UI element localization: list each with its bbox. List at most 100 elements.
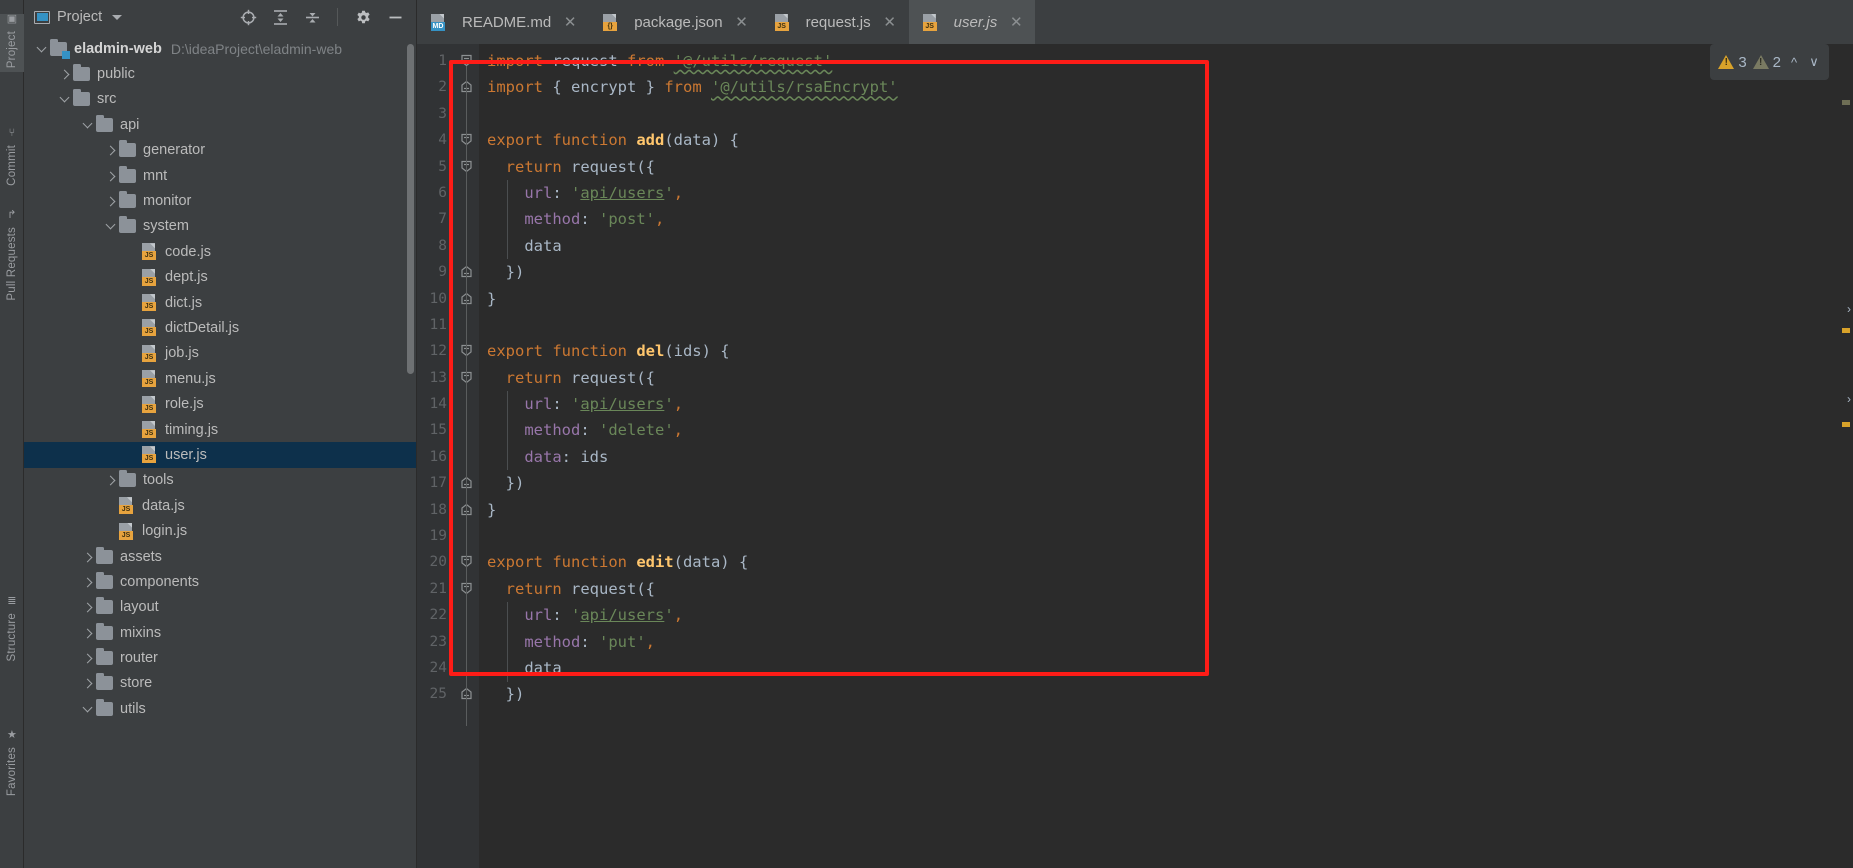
select-opened-file-icon[interactable]	[239, 8, 257, 26]
project-view-selector[interactable]: Project	[34, 9, 123, 25]
marker-next-icon[interactable]: ›	[1847, 302, 1851, 316]
editor-tab-README.md[interactable]: MD README.md ✕	[417, 0, 589, 44]
error-stripe-marker[interactable]	[1842, 328, 1850, 333]
editor-body[interactable]: 1 2 3 4 5 6 7 8 9 10 11 12 13 14 15 16 17 18 19 20 21 22 23 24 2…	[417, 44, 1853, 868]
tree-file-code.js[interactable]: JS code.js	[24, 239, 416, 264]
close-icon[interactable]: ✕	[563, 13, 577, 31]
tree-file-dept.js[interactable]: JS dept.js	[24, 265, 416, 290]
chevron-down-icon[interactable]	[80, 701, 96, 717]
error-stripe-marker[interactable]	[1842, 100, 1850, 105]
editor-tab-request.js[interactable]: JS request.js ✕	[761, 0, 909, 44]
stripe-button-structure[interactable]: Structure ≣	[0, 596, 24, 665]
tree-file-dictDetail.js[interactable]: JS dictDetail.js	[24, 315, 416, 340]
stripe-button-commit[interactable]: Commit ⑂	[0, 128, 24, 190]
code-line-11[interactable]	[479, 312, 1853, 338]
tree-file-menu.js[interactable]: JS menu.js	[24, 366, 416, 391]
chevron-right-icon[interactable]	[103, 472, 119, 488]
chevron-right-icon[interactable]	[57, 66, 73, 82]
tree-folder-mnt[interactable]: mnt	[24, 163, 416, 188]
code-line-10[interactable]: }	[479, 286, 1853, 312]
tree-folder-system[interactable]: system	[24, 214, 416, 239]
code-line-6[interactable]: url: 'api/users',	[479, 180, 1853, 206]
tree-file-login.js[interactable]: JS login.js	[24, 518, 416, 543]
code-line-7[interactable]: method: 'post',	[479, 206, 1853, 232]
tree-folder-eladmin-web[interactable]: eladmin-web D:\ideaProject\eladmin-web	[24, 36, 416, 61]
code-line-22[interactable]: url: 'api/users',	[479, 602, 1853, 628]
code-line-24[interactable]: data	[479, 655, 1853, 681]
tree-file-timing.js[interactable]: JS timing.js	[24, 417, 416, 442]
code-line-16[interactable]: data: ids	[479, 444, 1853, 470]
chevron-down-icon[interactable]	[112, 14, 123, 20]
code-line-20[interactable]: export function edit(data) {	[479, 549, 1853, 575]
code-line-8[interactable]: data	[479, 233, 1853, 259]
code-content[interactable]: import request from '@/utils/request' imp…	[479, 44, 1853, 868]
chevron-right-icon[interactable]	[103, 142, 119, 158]
tree-folder-components[interactable]: components	[24, 569, 416, 594]
chevron-right-icon[interactable]	[80, 549, 96, 565]
editor-tab-package.json[interactable]: {} package.json ✕	[589, 0, 760, 44]
code-line-18[interactable]: }	[479, 497, 1853, 523]
chevron-right-icon[interactable]	[80, 625, 96, 641]
stripe-button-favorites[interactable]: Favorites ★	[0, 730, 24, 800]
tree-file-data.js[interactable]: JS data.js	[24, 493, 416, 518]
tree-folder-public[interactable]: public	[24, 61, 416, 86]
chevron-down-icon[interactable]	[103, 218, 119, 234]
code-line-2[interactable]: import { encrypt } from '@/utils/rsaEncr…	[479, 74, 1853, 100]
code-line-9[interactable]: })	[479, 259, 1853, 285]
warning-indicator[interactable]: 3	[1718, 54, 1747, 71]
stripe-button-project[interactable]: Project ▣	[0, 14, 24, 73]
tree-folder-router[interactable]: router	[24, 645, 416, 670]
stripe-button-pull-requests[interactable]: Pull Requests ↱	[0, 210, 24, 305]
tree-folder-monitor[interactable]: monitor	[24, 188, 416, 213]
weak-warning-indicator[interactable]: 2	[1752, 54, 1781, 71]
tree-folder-api[interactable]: api	[24, 112, 416, 137]
settings-gear-icon[interactable]	[354, 8, 372, 26]
code-line-1[interactable]: import request from '@/utils/request'	[479, 48, 1853, 74]
error-stripe-marker-gutter[interactable]: › ›	[1836, 44, 1853, 868]
code-line-4[interactable]: export function add(data) {	[479, 127, 1853, 153]
project-file-tree[interactable]: eladmin-web D:\ideaProject\eladmin-web pub…	[24, 34, 416, 868]
chevron-right-icon[interactable]	[80, 574, 96, 590]
collapse-all-icon[interactable]	[303, 8, 321, 26]
editor-tab-user.js[interactable]: JS user.js ✕	[908, 0, 1036, 44]
code-line-19[interactable]	[479, 523, 1853, 549]
tree-folder-mixins[interactable]: mixins	[24, 620, 416, 645]
tree-folder-assets[interactable]: assets	[24, 544, 416, 569]
tree-file-role.js[interactable]: JS role.js	[24, 391, 416, 416]
code-line-12[interactable]: export function del(ids) {	[479, 338, 1853, 364]
chevron-down-icon[interactable]	[80, 117, 96, 133]
code-line-25[interactable]: })	[479, 681, 1853, 707]
tree-folder-generator[interactable]: generator	[24, 138, 416, 163]
tree-folder-layout[interactable]: layout	[24, 595, 416, 620]
close-icon[interactable]: ✕	[735, 13, 749, 31]
chevron-down-icon[interactable]	[57, 91, 73, 107]
tree-folder-store[interactable]: store	[24, 671, 416, 696]
chevron-right-icon[interactable]	[80, 650, 96, 666]
string-link[interactable]: api/users	[580, 606, 664, 624]
tree-folder-tools[interactable]: tools	[24, 468, 416, 493]
chevron-right-icon[interactable]	[80, 675, 96, 691]
code-line-21[interactable]: return request({	[479, 576, 1853, 602]
chevron-down-icon[interactable]: ∨	[1807, 54, 1821, 70]
close-icon[interactable]: ✕	[1009, 13, 1023, 31]
hide-window-icon[interactable]	[386, 8, 404, 26]
tree-file-dict.js[interactable]: JS dict.js	[24, 290, 416, 315]
marker-prev-icon[interactable]: ›	[1847, 392, 1851, 406]
code-line-23[interactable]: method: 'put',	[479, 629, 1853, 655]
expand-all-icon[interactable]	[271, 8, 289, 26]
code-line-17[interactable]: })	[479, 470, 1853, 496]
tree-folder-utils[interactable]: utils	[24, 696, 416, 721]
chevron-down-icon[interactable]	[34, 41, 50, 57]
code-folding-gutter[interactable]	[453, 44, 479, 868]
code-line-5[interactable]: return request({	[479, 154, 1853, 180]
code-line-13[interactable]: return request({	[479, 365, 1853, 391]
tree-file-user.js[interactable]: JS user.js	[24, 442, 416, 468]
tree-file-job.js[interactable]: JS job.js	[24, 341, 416, 366]
string-link[interactable]: api/users	[580, 184, 664, 202]
chevron-right-icon[interactable]	[103, 193, 119, 209]
tree-folder-src[interactable]: src	[24, 87, 416, 112]
code-line-3[interactable]	[479, 101, 1853, 127]
string-link[interactable]: api/users	[580, 395, 664, 413]
chevron-right-icon[interactable]	[103, 168, 119, 184]
error-stripe-marker[interactable]	[1842, 422, 1850, 427]
